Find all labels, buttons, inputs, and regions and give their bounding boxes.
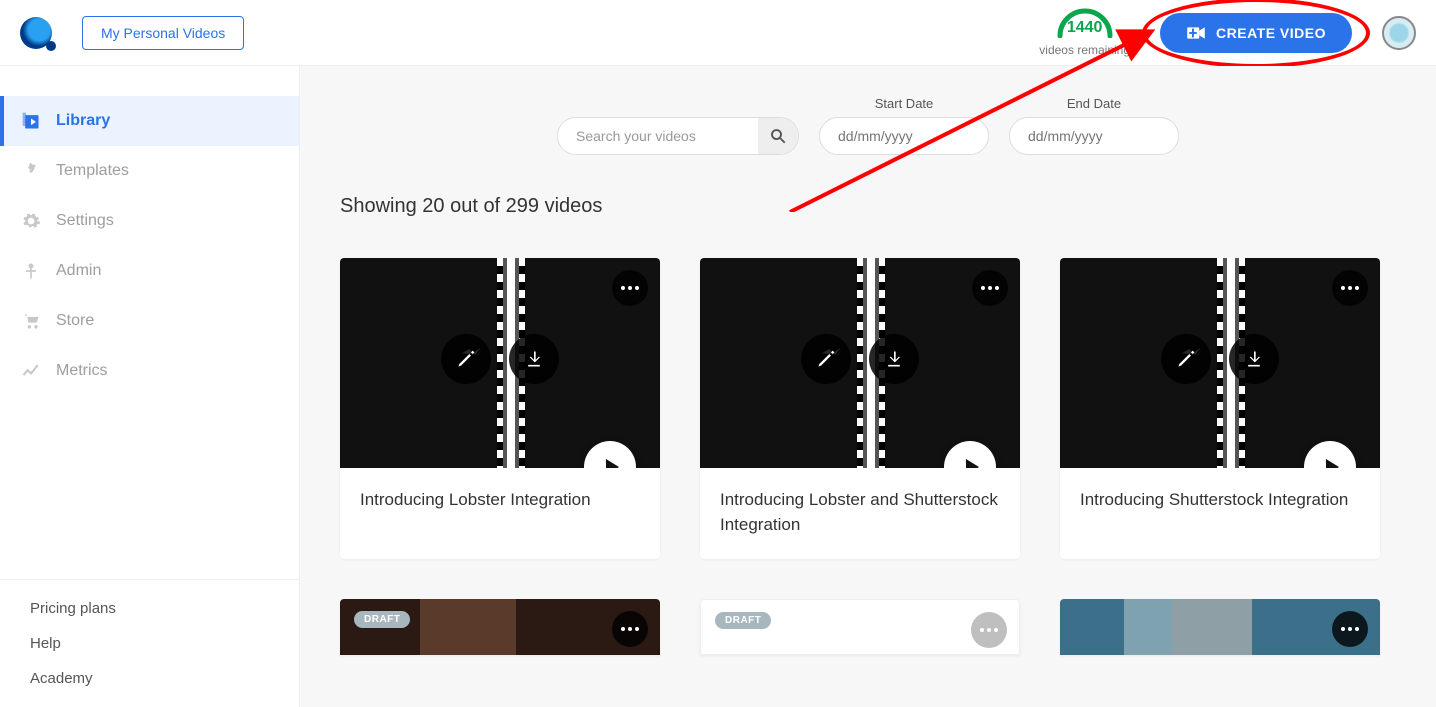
pencil-icon — [456, 349, 476, 369]
create-video-button[interactable]: CREATE VIDEO — [1160, 13, 1352, 53]
end-date-label: End Date — [1067, 96, 1121, 111]
sidebar-item-label: Store — [56, 312, 94, 330]
card-menu-button[interactable] — [1332, 611, 1368, 647]
personal-videos-button[interactable]: My Personal Videos — [82, 16, 244, 50]
play-button[interactable] — [944, 441, 996, 468]
sidebar-item-templates[interactable]: Templates — [0, 146, 299, 196]
sidebar: Library Templates Settings Admin Store M… — [0, 66, 300, 707]
create-video-label: CREATE VIDEO — [1216, 25, 1326, 41]
pencil-icon — [816, 349, 836, 369]
search-icon — [769, 127, 787, 145]
card-menu-button[interactable] — [1332, 270, 1368, 306]
draft-badge: DRAFT — [354, 611, 410, 628]
header: My Personal Videos 1440 videos remaining… — [0, 0, 1436, 66]
store-icon — [20, 310, 42, 332]
download-button[interactable] — [869, 334, 919, 384]
video-card[interactable]: Introducing Shutterstock Integration — [1060, 258, 1380, 559]
video-card[interactable] — [1060, 599, 1380, 655]
sidebar-item-store[interactable]: Store — [0, 296, 299, 346]
video-title: Introducing Shutterstock Integration — [1080, 488, 1360, 513]
videos-remaining-label: videos remaining — [1039, 43, 1130, 57]
user-avatar[interactable] — [1382, 16, 1416, 50]
start-date-input[interactable] — [819, 117, 989, 155]
templates-icon — [20, 160, 42, 182]
video-title: Introducing Lobster Integration — [360, 488, 640, 513]
videos-remaining-meter: 1440 videos remaining — [1039, 8, 1130, 57]
library-icon — [20, 110, 42, 132]
sidebar-item-label: Settings — [56, 212, 114, 230]
card-menu-button[interactable] — [612, 270, 648, 306]
video-camera-icon — [1186, 25, 1206, 41]
footer-link-pricing[interactable]: Pricing plans — [30, 600, 269, 617]
video-card[interactable]: DRAFT — [340, 599, 660, 655]
filters-row: Start Date End Date — [340, 96, 1396, 155]
download-icon — [884, 349, 904, 369]
sidebar-item-library[interactable]: Library — [0, 96, 299, 146]
start-date-group: Start Date — [819, 96, 989, 155]
download-icon — [1244, 349, 1264, 369]
videos-remaining-count: 1440 — [1039, 19, 1130, 37]
play-button[interactable] — [1304, 441, 1356, 468]
footer-link-academy[interactable]: Academy — [30, 670, 269, 687]
play-icon — [964, 458, 980, 468]
video-card[interactable]: Introducing Lobster and Shutterstock Int… — [700, 258, 1020, 559]
sidebar-item-label: Library — [56, 112, 110, 130]
card-menu-button[interactable] — [971, 612, 1007, 648]
download-icon — [524, 349, 544, 369]
sidebar-item-label: Templates — [56, 162, 129, 180]
edit-button[interactable] — [441, 334, 491, 384]
app-logo[interactable] — [20, 17, 52, 49]
video-thumbnail: DRAFT — [700, 599, 1020, 655]
edit-button[interactable] — [1161, 334, 1211, 384]
play-icon — [1324, 458, 1340, 468]
card-menu-button[interactable] — [612, 611, 648, 647]
download-button[interactable] — [509, 334, 559, 384]
start-date-label: Start Date — [875, 96, 934, 111]
video-thumbnail: DRAFT — [340, 599, 660, 655]
video-card[interactable]: Introducing Lobster Integration — [340, 258, 660, 559]
video-thumbnail — [1060, 599, 1380, 655]
admin-icon — [20, 260, 42, 282]
end-date-group: End Date — [1009, 96, 1179, 155]
metrics-icon — [20, 360, 42, 382]
play-button[interactable] — [584, 441, 636, 468]
video-thumbnail — [700, 258, 1020, 468]
video-thumbnail — [1060, 258, 1380, 468]
results-summary: Showing 20 out of 299 videos — [340, 195, 1396, 218]
search-wrap — [557, 117, 799, 155]
video-thumbnail — [340, 258, 660, 468]
draft-badge: DRAFT — [715, 612, 771, 629]
card-menu-button[interactable] — [972, 270, 1008, 306]
download-button[interactable] — [1229, 334, 1279, 384]
video-grid: Introducing Lobster Integration Introduc… — [340, 258, 1396, 655]
video-title: Introducing Lobster and Shutterstock Int… — [720, 488, 1000, 537]
sidebar-item-settings[interactable]: Settings — [0, 196, 299, 246]
sidebar-item-metrics[interactable]: Metrics — [0, 346, 299, 396]
sidebar-item-label: Admin — [56, 262, 101, 280]
settings-icon — [20, 210, 42, 232]
main-content: Start Date End Date Showing 20 out of 29… — [300, 66, 1436, 707]
video-card[interactable]: DRAFT — [700, 599, 1020, 655]
edit-button[interactable] — [801, 334, 851, 384]
sidebar-item-admin[interactable]: Admin — [0, 246, 299, 296]
footer-link-help[interactable]: Help — [30, 635, 269, 652]
play-icon — [604, 458, 620, 468]
search-button[interactable] — [758, 118, 798, 154]
sidebar-footer: Pricing plans Help Academy — [0, 579, 299, 707]
search-input[interactable] — [558, 118, 758, 154]
end-date-input[interactable] — [1009, 117, 1179, 155]
sidebar-item-label: Metrics — [56, 362, 108, 380]
pencil-icon — [1176, 349, 1196, 369]
